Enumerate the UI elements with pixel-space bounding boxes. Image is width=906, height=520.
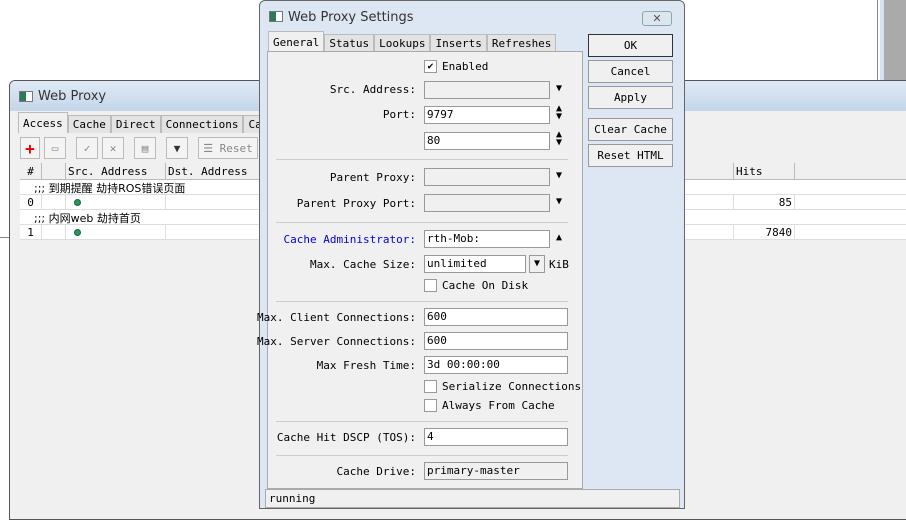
row-hits: 85 <box>734 195 795 209</box>
status-dot-icon <box>74 199 81 206</box>
status-dot-icon <box>74 229 81 236</box>
web-proxy-settings-dialog: Web Proxy Settings ✕ General Status Looku… <box>257 0 685 509</box>
add-button[interactable]: + <box>20 137 40 159</box>
dropdown-button[interactable]: ▼ <box>529 255 545 273</box>
src-address-label: Src. Address: <box>329 83 416 96</box>
apply-button[interactable]: Apply <box>588 86 673 109</box>
col-num[interactable]: # <box>20 163 42 179</box>
cancel-button[interactable]: Cancel <box>588 60 673 83</box>
parent-proxy-port-input[interactable] <box>424 194 550 212</box>
max-server-input[interactable]: 600 <box>424 332 568 350</box>
col-hits[interactable]: Hits <box>734 163 795 179</box>
row-num: 0 <box>20 195 42 209</box>
remove-button[interactable]: ▭ <box>44 137 66 159</box>
row-src <box>66 195 166 209</box>
parent-proxy-label: Parent Proxy: <box>329 171 416 184</box>
reset-icon: ☰ <box>203 141 220 155</box>
tab-status[interactable]: Status <box>324 34 375 52</box>
parent-proxy-input[interactable] <box>424 168 550 186</box>
always-from-cache-label: Always From Cache <box>442 399 555 412</box>
ok-button[interactable]: OK <box>588 34 673 57</box>
disable-button[interactable]: ✕ <box>102 137 124 159</box>
parent-proxy-port-label: Parent Proxy Port: <box>296 197 416 210</box>
kib-unit: KiB <box>549 258 569 271</box>
separator <box>276 159 568 160</box>
window-icon <box>19 91 33 102</box>
spin-icon[interactable]: ▲ ▼ <box>556 130 562 148</box>
collapse-arrow-icon[interactable]: ▲ <box>556 232 562 243</box>
serialize-checkbox[interactable] <box>424 380 437 393</box>
tab-direct[interactable]: Direct <box>110 115 161 133</box>
cache-admin-label: Cache Administrator: <box>283 233 416 246</box>
dropdown-arrow-icon[interactable]: ▼ <box>556 83 562 94</box>
max-cache-size-input[interactable]: unlimited <box>424 255 526 273</box>
col-flag[interactable] <box>42 163 66 179</box>
tab-inserts[interactable]: Inserts <box>430 34 487 52</box>
max-fresh-label: Max Fresh Time: <box>316 359 416 372</box>
cache-admin-input[interactable]: rth-Mob: <box>424 230 550 248</box>
clear-cache-button[interactable]: Clear Cache <box>588 118 673 141</box>
filter-button[interactable]: ▼ <box>166 137 188 159</box>
comment-button[interactable]: ▤ <box>134 137 156 159</box>
dropdown-arrow-icon[interactable]: ▼ <box>556 196 562 207</box>
dialog-title: Web Proxy Settings <box>288 10 414 25</box>
src-address-input[interactable] <box>424 81 550 99</box>
reset-label: Reset <box>219 141 253 155</box>
window-icon <box>269 11 283 22</box>
dscp-input[interactable]: 4 <box>424 428 568 446</box>
tab-general[interactable]: General <box>268 31 325 52</box>
port-input-2[interactable]: 80 <box>424 132 550 150</box>
cache-drive-input: primary-master <box>424 462 568 480</box>
spin-icon[interactable]: ▲ ▼ <box>556 104 562 122</box>
window-title: Web Proxy <box>38 89 107 104</box>
serialize-label: Serialize Connections <box>442 380 582 393</box>
reset-button[interactable]: ☰ Reset <box>198 137 258 159</box>
close-button[interactable]: ✕ <box>642 11 672 26</box>
enable-button[interactable]: ✓ <box>76 137 98 159</box>
dropdown-arrow-icon[interactable]: ▼ <box>556 170 562 181</box>
dialog-titlebar[interactable]: Web Proxy Settings ✕ <box>260 1 684 33</box>
row-num: 1 <box>20 225 42 239</box>
tab-cache[interactable]: Cache <box>67 115 111 133</box>
tab-connections[interactable]: Connections <box>160 115 244 133</box>
port-input[interactable]: 9797 <box>424 106 550 124</box>
tab-access[interactable]: Access <box>18 112 68 133</box>
always-from-cache-checkbox[interactable] <box>424 399 437 412</box>
separator <box>276 455 568 456</box>
max-cache-size-label: Max. Cache Size: <box>310 258 416 271</box>
row-hits: 7840 <box>734 225 795 239</box>
tab-lookups[interactable]: Lookups <box>374 34 431 52</box>
tab-refreshes[interactable]: Refreshes <box>486 34 557 52</box>
separator <box>276 222 568 223</box>
cache-drive-label: Cache Drive: <box>336 465 416 478</box>
reset-html-button[interactable]: Reset HTML <box>588 144 673 167</box>
max-client-label: Max. Client Connections: <box>257 311 416 324</box>
row-src <box>66 225 166 239</box>
dscp-label: Cache Hit DSCP (TOS): <box>276 431 416 444</box>
enabled-checkbox[interactable]: ✔ <box>424 60 437 73</box>
separator <box>276 301 568 302</box>
cache-on-disk-checkbox[interactable] <box>424 279 437 292</box>
enabled-label: Enabled <box>442 60 489 73</box>
max-fresh-input[interactable]: 3d 00:00:00 <box>424 356 568 374</box>
general-panel: ✔ Enabled Src. Address: ▼ Port: 9797 ▲ ▼ … <box>257 51 583 489</box>
cache-on-disk-label: Cache On Disk <box>442 279 529 292</box>
col-src[interactable]: Src. Address <box>66 163 166 179</box>
max-server-label: Max. Server Connections: <box>257 335 416 348</box>
status-bar: running <box>265 489 680 508</box>
row-flag <box>42 195 66 209</box>
port-label: Port: <box>382 108 416 121</box>
row-flag <box>42 225 66 239</box>
max-client-input[interactable]: 600 <box>424 308 568 326</box>
separator <box>276 421 568 422</box>
